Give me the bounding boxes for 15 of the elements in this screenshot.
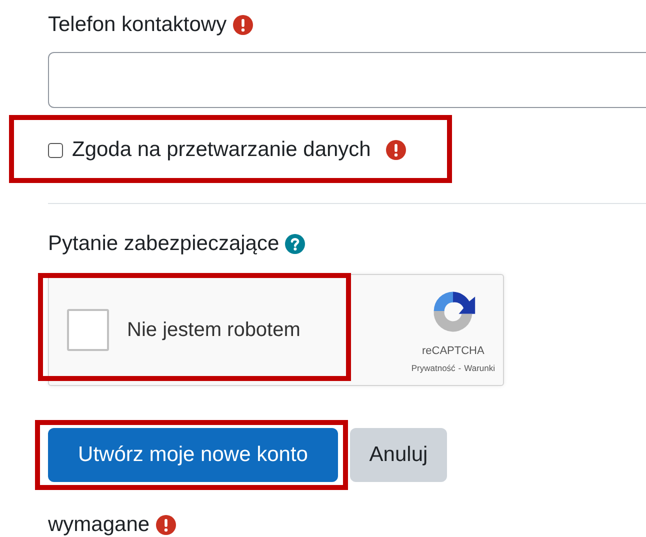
captcha-label: Nie jestem robotem <box>127 318 300 342</box>
consent-checkbox[interactable] <box>48 142 63 158</box>
field-label: Pytanie zabezpieczające <box>48 232 280 256</box>
link-separator: - <box>458 363 462 373</box>
field-label: Telefon kontaktowy <box>48 13 227 37</box>
terms-link[interactable]: Warunki <box>464 363 495 373</box>
create-account-button[interactable]: Utwórz moje nowe konto <box>48 428 338 482</box>
phone-input-field[interactable] <box>48 52 646 108</box>
help-icon[interactable] <box>285 234 306 254</box>
checkbox-label[interactable]: Zgoda na przetwarzanie danych <box>72 138 371 162</box>
cancel-button[interactable]: Anuluj <box>350 428 447 482</box>
captcha-checkbox[interactable] <box>67 309 109 351</box>
privacy-link[interactable]: Prywatność <box>411 363 456 373</box>
required-note: wymagane <box>48 513 150 537</box>
captcha-brand: reCAPTCHA <box>422 345 484 357</box>
